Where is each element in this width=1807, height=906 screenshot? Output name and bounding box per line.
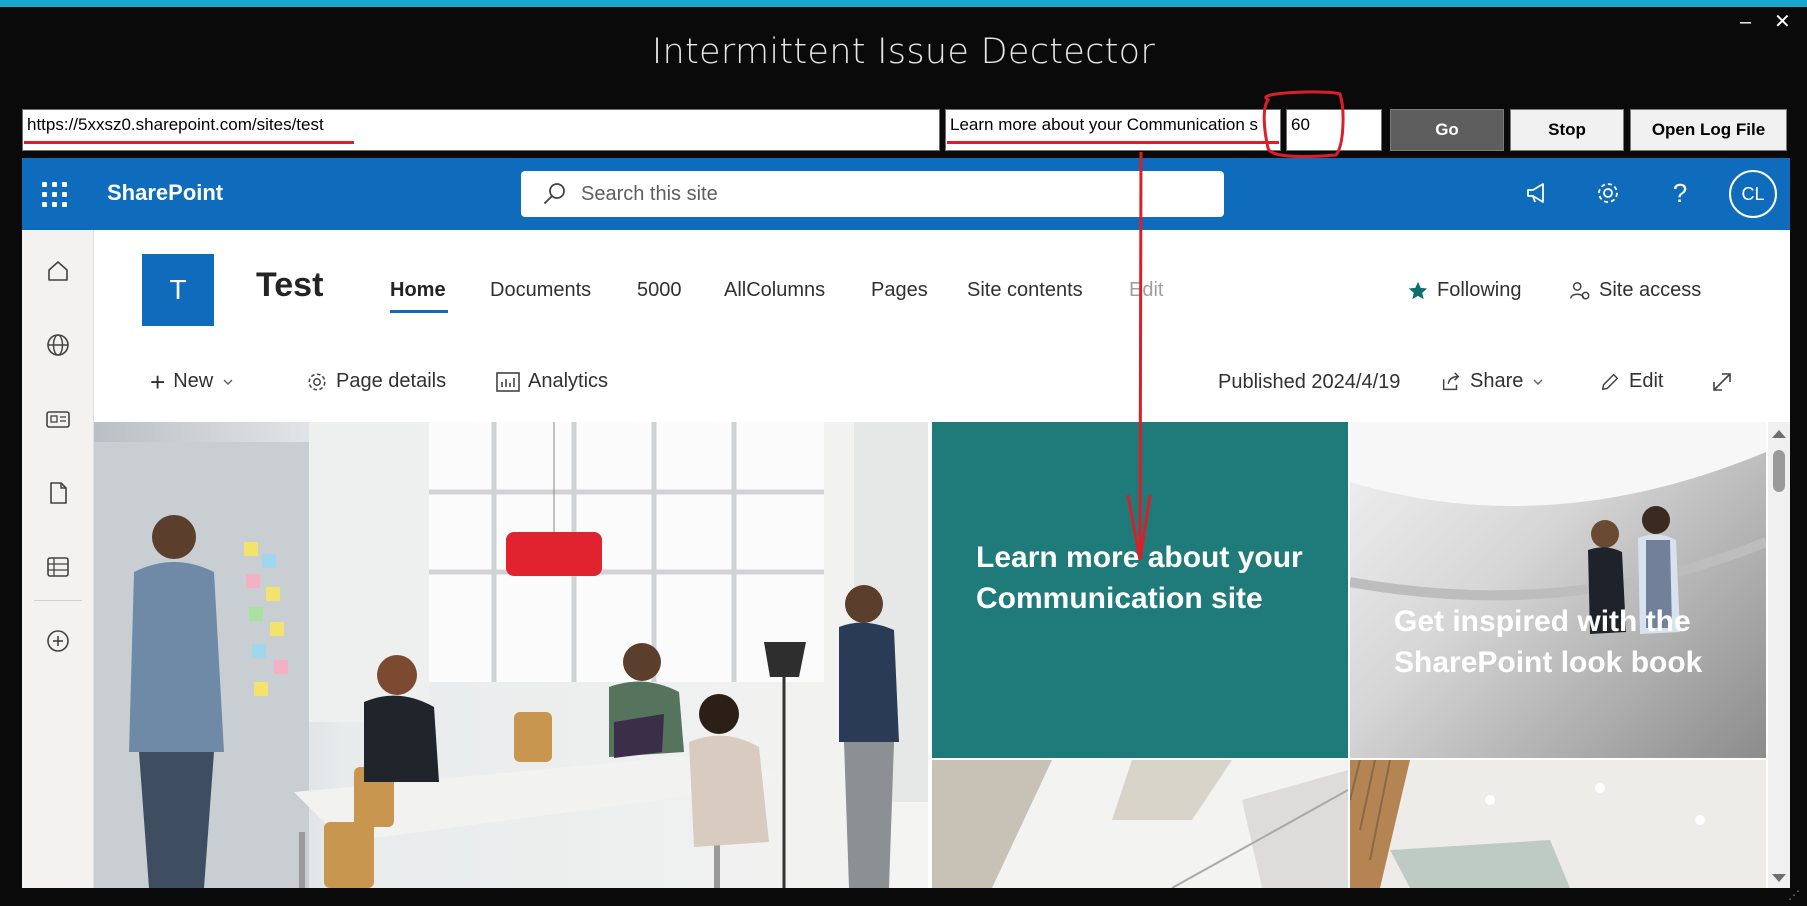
page-details-button[interactable]: Page details [306, 370, 446, 393]
url-input[interactable]: https://5xxsz0.sharepoint.com/sites/test [22, 109, 940, 151]
sharepoint-brand[interactable]: SharePoint [107, 180, 223, 206]
go-button[interactable]: Go [1390, 109, 1504, 151]
hero-tile-look-book[interactable]: Get inspired with the SharePoint look bo… [1350, 422, 1766, 758]
app-window: Intermittent Issue Dectector – ✕ https:/… [0, 0, 1807, 906]
scrollbar-thumb[interactable] [1773, 450, 1785, 492]
nav-active-indicator [390, 310, 448, 313]
vertical-scrollbar[interactable] [1768, 422, 1790, 888]
expand-icon[interactable] [1710, 370, 1734, 394]
hero-tile-look-book-title: Get inspired with the SharePoint look bo… [1394, 605, 1703, 679]
architecture-photo [932, 760, 1348, 888]
edit-button[interactable]: Edit [1599, 370, 1663, 393]
globe-icon[interactable] [43, 330, 73, 360]
news-icon[interactable] [43, 404, 73, 434]
edit-label: Edit [1629, 370, 1664, 392]
nav-allcolumns[interactable]: AllColumns [724, 279, 825, 302]
embedded-browser: SharePoint Search this site ? CL T Test … [22, 158, 1790, 888]
scroll-down-arrow[interactable] [1772, 874, 1786, 882]
new-label: New [173, 370, 214, 392]
look-book-photo [1350, 422, 1766, 634]
nav-site-contents[interactable]: Site contents [967, 279, 1083, 302]
add-icon[interactable] [43, 626, 73, 656]
annotation-underline-text [947, 141, 1279, 144]
hero-tile-architecture-2[interactable] [1350, 760, 1766, 888]
nav-5000[interactable]: 5000 [637, 279, 682, 302]
open-log-button[interactable]: Open Log File [1630, 109, 1787, 151]
nav-edit[interactable]: Edit [1129, 279, 1163, 302]
share-icon [1442, 371, 1460, 390]
people-settings-icon [1570, 281, 1590, 300]
nav-documents[interactable]: Documents [490, 279, 591, 302]
megaphone-icon[interactable] [1520, 176, 1554, 210]
user-avatar[interactable]: CL [1729, 170, 1777, 218]
help-icon[interactable]: ? [1663, 176, 1697, 210]
hero-tile-communication-title: Learn more about your Communication site [976, 541, 1303, 615]
search-placeholder: Search this site [581, 182, 718, 205]
chevron-down-icon [1533, 379, 1543, 385]
left-app-rail [22, 230, 94, 888]
hero-tile-architecture-1[interactable] [932, 760, 1348, 888]
element-text-input[interactable]: Learn more about your Communication s [945, 109, 1281, 151]
app-launcher-icon[interactable] [42, 182, 68, 208]
atrium-photo [1350, 760, 1766, 888]
pencil-icon [1601, 373, 1619, 390]
published-date: Published 2024/4/19 [1218, 371, 1401, 393]
new-button[interactable]: + New [150, 366, 235, 397]
analytics-button[interactable]: Analytics [496, 370, 608, 393]
sharepoint-suite-bar: SharePoint Search this site ? CL [22, 158, 1790, 230]
chevron-down-icon [223, 379, 233, 385]
minimize-button[interactable]: – [1740, 12, 1751, 32]
site-access-button[interactable]: Site access [1569, 279, 1701, 302]
interval-input[interactable]: 60 [1286, 109, 1382, 151]
site-title[interactable]: Test [256, 266, 323, 305]
following-label: Following [1437, 279, 1522, 301]
share-label: Share [1470, 370, 1524, 392]
analytics-label: Analytics [528, 370, 609, 392]
window-title: Intermittent Issue Dectector [651, 32, 1156, 72]
hero-office-photo[interactable] [94, 422, 928, 888]
site-search-box[interactable]: Search this site [521, 171, 1224, 217]
list-icon[interactable] [43, 552, 73, 582]
nav-pages[interactable]: Pages [871, 279, 928, 302]
stop-button[interactable]: Stop [1510, 109, 1624, 151]
share-button[interactable]: Share [1440, 370, 1545, 393]
following-button[interactable]: Following [1407, 279, 1521, 302]
file-icon[interactable] [43, 478, 73, 508]
home-icon[interactable] [43, 256, 73, 286]
annotation-underline-url [24, 141, 354, 144]
window-accent-bar [0, 0, 1807, 7]
nav-home[interactable]: Home [390, 279, 446, 302]
close-button[interactable]: ✕ [1774, 12, 1791, 32]
site-access-label: Site access [1599, 279, 1702, 301]
star-icon [1408, 281, 1428, 299]
hero-tile-communication-site[interactable]: Learn more about your Communication site [932, 422, 1348, 758]
analytics-icon [496, 371, 520, 392]
plus-icon: + [150, 366, 166, 397]
resize-grip-icon[interactable]: ⋰ [1788, 888, 1800, 902]
gear-icon [308, 372, 326, 391]
scroll-up-arrow[interactable] [1772, 430, 1786, 438]
page-details-label: Page details [336, 370, 447, 392]
rail-divider [34, 600, 82, 601]
gear-icon[interactable] [1591, 176, 1625, 210]
site-logo[interactable]: T [142, 254, 214, 326]
search-icon [544, 183, 565, 204]
